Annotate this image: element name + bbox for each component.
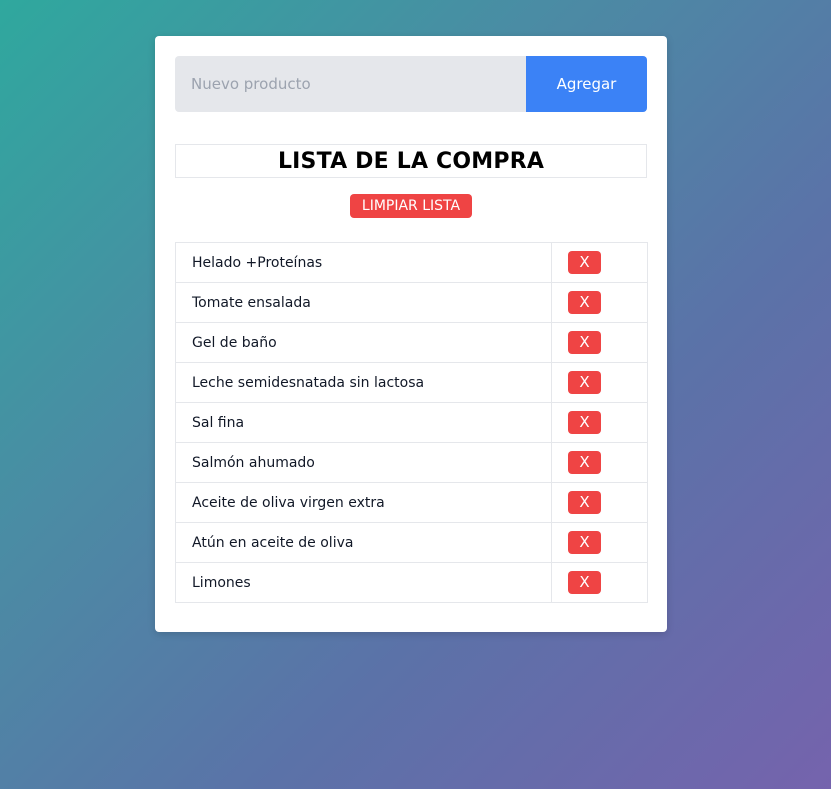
new-product-input[interactable]: [175, 56, 526, 112]
delete-item-button[interactable]: X: [568, 411, 601, 434]
add-button[interactable]: Agregar: [526, 56, 647, 112]
list-item: Leche semidesnatada sin lactosa X: [175, 362, 648, 403]
list-item-name: Atún en aceite de oliva: [175, 522, 552, 563]
list-item-actions: X: [551, 562, 648, 603]
delete-item-button[interactable]: X: [568, 451, 601, 474]
list-item-name: Helado +Proteínas: [175, 242, 552, 283]
shopping-list-table: Helado +Proteínas X Tomate ensalada X Gel de…: [175, 242, 648, 603]
list-item: Aceite de oliva virgen extra X: [175, 482, 648, 523]
list-item-actions: X: [551, 242, 648, 283]
list-item-name: Gel de baño: [175, 322, 552, 363]
delete-item-button[interactable]: X: [568, 331, 601, 354]
clear-list-wrap: LIMPIAR LISTA: [175, 194, 647, 218]
delete-item-button[interactable]: X: [568, 251, 601, 274]
list-item: Helado +Proteínas X: [175, 242, 648, 283]
clear-list-button[interactable]: LIMPIAR LISTA: [349, 194, 473, 218]
shopping-list-card: Agregar LISTA DE LA COMPRA LIMPIAR LISTA…: [155, 36, 667, 632]
list-item-name: Sal fina: [175, 402, 552, 443]
list-item: Salmón ahumado X: [175, 442, 648, 483]
delete-item-button[interactable]: X: [568, 571, 601, 594]
list-item-name: Salmón ahumado: [175, 442, 552, 483]
list-item-name: Tomate ensalada: [175, 282, 552, 323]
list-item: Limones X: [175, 562, 648, 603]
list-item-actions: X: [551, 482, 648, 523]
delete-item-button[interactable]: X: [568, 371, 601, 394]
list-item-name: Aceite de oliva virgen extra: [175, 482, 552, 523]
list-item-actions: X: [551, 322, 648, 363]
delete-item-button[interactable]: X: [568, 291, 601, 314]
list-item: Tomate ensalada X: [175, 282, 648, 323]
list-item-name: Limones: [175, 562, 552, 603]
list-item-actions: X: [551, 442, 648, 483]
list-item-name: Leche semidesnatada sin lactosa: [175, 362, 552, 403]
list-item-actions: X: [551, 402, 648, 443]
list-item-actions: X: [551, 362, 648, 403]
list-title-box: LISTA DE LA COMPRA: [175, 144, 647, 178]
page-title: LISTA DE LA COMPRA: [277, 148, 545, 174]
list-item: Gel de baño X: [175, 322, 648, 363]
delete-item-button[interactable]: X: [568, 531, 601, 554]
add-product-form: Agregar: [175, 56, 647, 112]
delete-item-button[interactable]: X: [568, 491, 601, 514]
list-item: Atún en aceite de oliva X: [175, 522, 648, 563]
list-item: Sal fina X: [175, 402, 648, 443]
list-item-actions: X: [551, 522, 648, 563]
list-item-actions: X: [551, 282, 648, 323]
